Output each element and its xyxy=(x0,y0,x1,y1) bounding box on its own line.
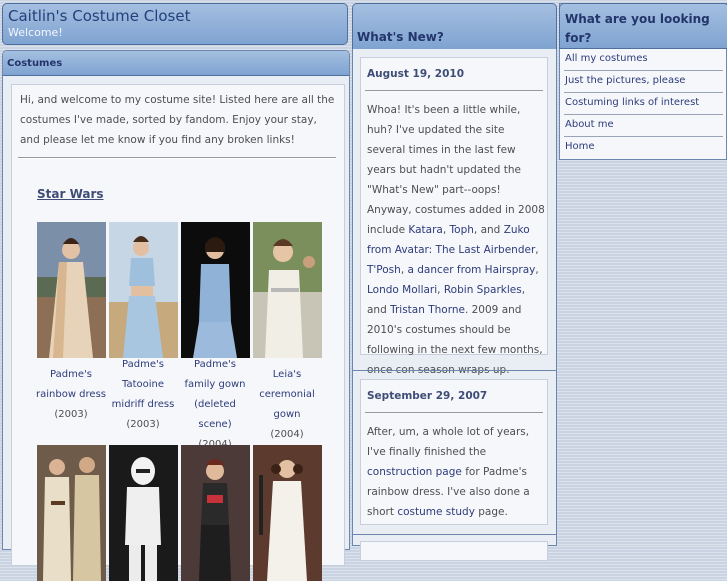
thumbnail-leia-white[interactable] xyxy=(253,445,322,581)
nav-home[interactable]: Home xyxy=(564,137,723,159)
link-hairspray-dancer[interactable]: a dancer from Hairspray xyxy=(408,264,536,276)
news-header-label: What's New? xyxy=(357,30,444,44)
divider xyxy=(353,370,556,371)
year-label: (2003) xyxy=(126,419,160,430)
site-subtitle: Welcome! xyxy=(8,26,63,39)
news-header: What's New? xyxy=(352,3,557,50)
link-londo-mollari[interactable]: Londo Mollari xyxy=(367,284,437,296)
thumbnail-padme-rainbow[interactable] xyxy=(37,222,106,358)
navigation-header: What are you looking for? xyxy=(559,3,727,49)
thumbnail-stormtrooper[interactable] xyxy=(109,445,178,581)
link-construction-page[interactable]: construction page xyxy=(367,466,462,478)
news-text: After, um, a whole lot of years, I've fi… xyxy=(367,426,530,518)
thumbnail-leia-ceremonial[interactable] xyxy=(253,222,322,358)
nav-all-costumes[interactable]: All my costumes xyxy=(564,49,723,71)
navigation-header-label: What are you looking for? xyxy=(565,12,710,45)
nav-costuming-links[interactable]: Costuming links of interest xyxy=(564,93,723,115)
site-title[interactable]: Caitlin's Costume Closet xyxy=(8,7,190,25)
divider xyxy=(365,90,543,91)
news-entry xyxy=(360,541,548,561)
news-body: August 19, 2010 Whoa! It's been a little… xyxy=(352,49,557,561)
news-date: August 19, 2010 xyxy=(367,68,464,80)
year-label: (2004) xyxy=(270,429,304,440)
news-text: Whoa! It's been a little while, huh? I'v… xyxy=(367,104,545,376)
year-label: (2003) xyxy=(54,409,88,420)
link-padme-family[interactable]: Padme's family gown (deleted scene) xyxy=(184,359,245,430)
divider xyxy=(365,412,543,413)
link-costume-study[interactable]: costume study xyxy=(397,506,475,518)
link-katara[interactable]: Katara xyxy=(408,224,442,236)
divider xyxy=(18,157,336,159)
caption-leia-ceremonial: Leia's ceremonial gown (2004) xyxy=(251,365,323,445)
caption-padme-rainbow: Padme's rainbow dress (2003) xyxy=(35,365,107,425)
navigation-panel: What are you looking for? All my costume… xyxy=(559,3,727,160)
news-panel: What's New? August 19, 2010 Whoa! It's b… xyxy=(352,3,557,561)
link-tposh[interactable]: T'Posh xyxy=(367,264,401,276)
site-header: Caitlin's Costume Closet Welcome! xyxy=(2,3,348,45)
costumes-header-label: Costumes xyxy=(7,58,63,69)
costumes-header: Costumes xyxy=(3,51,349,76)
caption-padme-tatooine: Padme's Tatooine midriff dress (2003) xyxy=(107,355,179,435)
link-tristan-thorne[interactable]: Tristan Thorne xyxy=(390,304,465,316)
link-toph[interactable]: Toph xyxy=(450,224,474,236)
news-entry: September 29, 2007 After, um, a whole lo… xyxy=(360,379,548,525)
nav-just-pictures[interactable]: Just the pictures, please xyxy=(564,71,723,93)
thumbnail-dancer[interactable] xyxy=(181,445,250,581)
news-date: September 29, 2007 xyxy=(367,390,488,402)
nav-about-me[interactable]: About me xyxy=(564,115,723,137)
thumbnail-padme-family[interactable] xyxy=(181,222,250,358)
link-padme-rainbow[interactable]: Padme's rainbow dress xyxy=(36,369,106,400)
thumbnail-jedi[interactable] xyxy=(37,445,106,581)
caption-padme-family: Padme's family gown (deleted scene) (200… xyxy=(179,355,251,455)
costumes-panel: Costumes Hi, and welcome to my costume s… xyxy=(2,50,350,581)
section-link-star-wars[interactable]: Star Wars xyxy=(37,187,104,201)
link-padme-tatooine[interactable]: Padme's Tatooine midriff dress xyxy=(112,359,175,410)
intro-text: Hi, and welcome to my costume site! List… xyxy=(20,94,335,146)
news-entry: August 19, 2010 Whoa! It's been a little… xyxy=(360,57,548,376)
link-leia-ceremonial[interactable]: Leia's ceremonial gown xyxy=(259,369,315,420)
divider xyxy=(353,534,556,535)
costumes-content: Hi, and welcome to my costume site! List… xyxy=(11,84,345,581)
link-robin-sparkles[interactable]: Robin Sparkles xyxy=(444,284,522,296)
thumbnail-padme-tatooine[interactable] xyxy=(109,222,178,358)
